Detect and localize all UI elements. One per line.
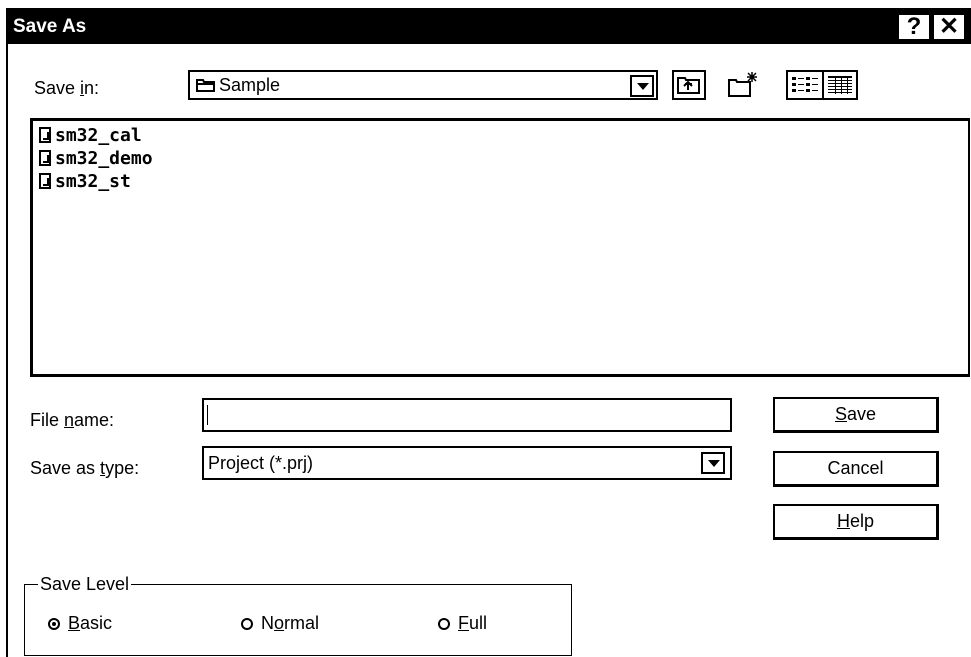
save-as-type-dropdown-button[interactable] xyxy=(701,452,725,474)
save-in-dropdown-button[interactable] xyxy=(630,75,654,97)
list-item[interactable]: sm32_cal xyxy=(39,125,142,147)
file-name-input[interactable] xyxy=(202,398,732,432)
list-item[interactable]: sm32_demo xyxy=(39,148,153,170)
chevron-down-icon xyxy=(637,83,649,90)
details-view-button[interactable] xyxy=(822,70,858,100)
close-icon: ✕ xyxy=(938,13,960,40)
radio-checked-icon xyxy=(48,618,60,630)
chevron-down-icon xyxy=(708,460,720,467)
window-title: Save As xyxy=(13,16,87,37)
file-list[interactable]: sm32_cal sm32_demo sm32_st xyxy=(30,118,970,377)
save-as-type-label: Save as type: xyxy=(30,458,140,478)
close-title-button[interactable]: ✕ xyxy=(932,13,966,41)
list-item[interactable]: sm32_st xyxy=(39,171,131,193)
save-button[interactable]: Save xyxy=(773,397,939,433)
radio-basic[interactable]: Basic xyxy=(48,613,112,634)
up-one-level-button[interactable] xyxy=(672,70,706,100)
help-button[interactable]: Help xyxy=(773,504,939,540)
document-icon xyxy=(39,173,51,189)
document-icon xyxy=(39,127,51,143)
details-view-icon xyxy=(828,76,852,94)
save-in-label: Save in: xyxy=(34,78,100,98)
radio-full[interactable]: Full xyxy=(438,613,487,634)
folder-up-icon xyxy=(677,77,700,94)
create-new-folder-button[interactable] xyxy=(726,70,760,100)
text-caret xyxy=(207,405,208,425)
help-icon: ? xyxy=(906,13,922,40)
save-in-value: Sample xyxy=(196,75,280,96)
save-level-title: Save Level xyxy=(38,574,132,595)
radio-normal[interactable]: Normal xyxy=(241,613,319,634)
save-as-type-combobox[interactable]: Project (*.prj) xyxy=(202,446,732,480)
file-name-label: File name: xyxy=(30,410,115,430)
help-title-button[interactable]: ? xyxy=(897,13,931,41)
list-view-icon xyxy=(792,77,818,92)
folder-icon xyxy=(196,79,215,92)
new-folder-icon xyxy=(728,72,757,97)
radio-unchecked-icon xyxy=(438,618,450,630)
radio-unchecked-icon xyxy=(241,618,253,630)
cancel-button[interactable]: Cancel xyxy=(773,451,939,487)
list-view-button[interactable] xyxy=(786,70,824,100)
title-bar: Save As ? ✕ xyxy=(8,10,971,44)
save-as-dialog: Save As ? ✕ Save in: Sample sm32_cal sm3… xyxy=(6,8,971,657)
document-icon xyxy=(39,150,51,166)
save-in-combobox[interactable]: Sample xyxy=(188,70,658,100)
